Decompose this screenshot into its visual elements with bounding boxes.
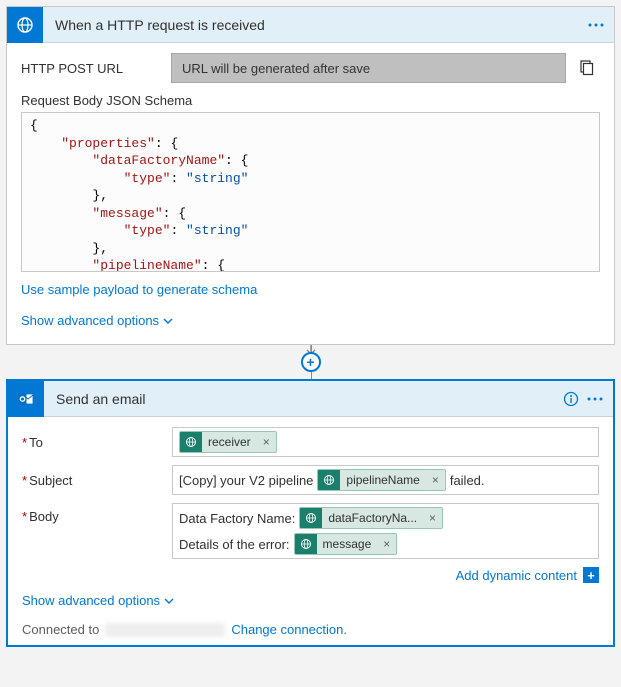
http-token-icon [180,431,202,453]
connection-name-redacted [105,623,225,637]
sample-payload-link[interactable]: Use sample payload to generate schema [21,282,257,297]
trigger-card: When a HTTP request is received HTTP POS… [6,6,615,345]
trigger-more-button[interactable] [584,13,608,37]
action-info-button[interactable] [559,387,583,411]
http-request-icon [7,7,43,43]
http-token-icon [300,507,322,529]
subject-label: Subject [22,473,172,488]
token-datafactoryname[interactable]: dataFactoryNa... × [299,507,443,529]
add-step-button[interactable]: + [301,352,321,372]
body-line2-text: Details of the error: [179,537,290,552]
subject-prefix-text: [Copy] your V2 pipeline [179,473,313,488]
remove-token-icon[interactable]: × [377,537,396,551]
connection-footer: Connected to Change connection. [22,622,599,637]
action-advanced-toggle[interactable]: Show advanced options [22,593,174,608]
to-field[interactable]: receiver × [172,427,599,457]
action-title: Send an email [44,391,559,407]
action-more-button[interactable] [583,387,607,411]
chevron-down-icon [163,318,173,324]
token-pipelinename[interactable]: pipelineName × [317,469,445,491]
url-label: HTTP POST URL [21,61,171,76]
to-label: To [22,435,172,450]
connected-to-label: Connected to [22,622,99,637]
url-field: URL will be generated after save [171,53,566,83]
add-dynamic-content-button[interactable]: + [583,567,599,583]
token-message[interactable]: message × [294,533,398,555]
outlook-icon [8,381,44,417]
token-receiver[interactable]: receiver × [179,431,277,453]
body-field[interactable]: Data Factory Name: dataFactoryNa... × De… [172,503,599,559]
action-card: Send an email To receiver × Subject [Cop… [6,379,615,647]
remove-token-icon[interactable]: × [257,435,276,449]
subject-field[interactable]: [Copy] your V2 pipeline pipelineName × f… [172,465,599,495]
http-token-icon [295,533,317,555]
schema-label: Request Body JSON Schema [21,93,600,108]
remove-token-icon[interactable]: × [423,511,442,525]
body-label: Body [22,503,172,524]
add-dynamic-content-link[interactable]: Add dynamic content [456,568,577,583]
copy-url-button[interactable] [572,54,600,82]
trigger-advanced-toggle[interactable]: Show advanced options [21,313,173,328]
http-token-icon [318,469,340,491]
trigger-title: When a HTTP request is received [43,17,584,33]
connector: + [6,345,615,379]
schema-textarea[interactable]: { "properties": { "dataFactoryName": { "… [21,112,600,272]
change-connection-link[interactable]: Change connection. [231,622,347,637]
trigger-header[interactable]: When a HTTP request is received [7,7,614,43]
action-header[interactable]: Send an email [8,381,613,417]
chevron-down-icon [164,598,174,604]
subject-suffix-text: failed. [450,473,485,488]
remove-token-icon[interactable]: × [426,473,445,487]
body-line1-text: Data Factory Name: [179,511,295,526]
